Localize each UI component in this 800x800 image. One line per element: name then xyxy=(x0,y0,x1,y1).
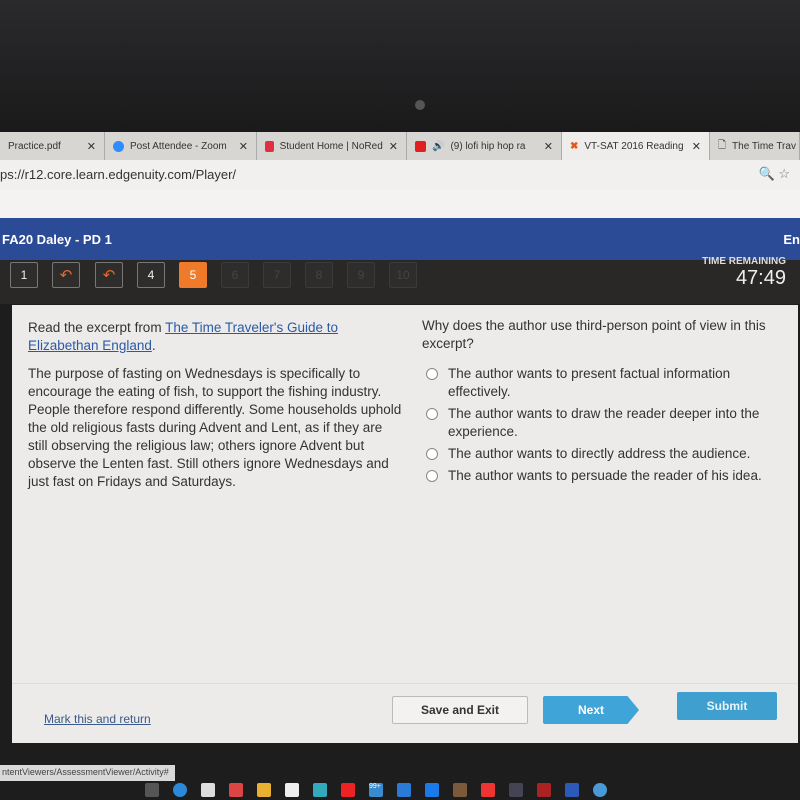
close-icon[interactable]: ✕ xyxy=(389,140,398,153)
radio-button[interactable] xyxy=(426,368,438,380)
question: Why does the author use third-person poi… xyxy=(422,317,792,485)
dropbox-icon[interactable] xyxy=(201,783,215,797)
close-icon[interactable]: ✕ xyxy=(544,140,553,153)
tab-title: The Time Trav xyxy=(732,140,796,152)
ca-app-icon[interactable] xyxy=(509,783,523,797)
time-label: TIME REMAINING xyxy=(702,256,786,267)
question-panel: Read the excerpt from The Time Traveler'… xyxy=(12,305,798,743)
tab-student-home[interactable]: Student Home | NoRed ✕ xyxy=(257,132,407,160)
mark-and-return-link[interactable]: Mark this and return xyxy=(44,712,151,726)
n-app-icon[interactable] xyxy=(537,783,551,797)
youtube-icon[interactable] xyxy=(341,783,355,797)
passage-intro: Read the excerpt from The Time Traveler'… xyxy=(28,319,403,355)
mail-icon[interactable]: 99+ xyxy=(369,783,383,797)
footer: Mark this and return Save and Exit Next … xyxy=(12,683,798,743)
audio-icon[interactable]: 🔊 xyxy=(432,141,444,152)
task-view-icon[interactable] xyxy=(145,783,159,797)
answer-option-4[interactable]: The author wants to persuade the reader … xyxy=(422,467,792,485)
radio-button[interactable] xyxy=(426,470,438,482)
status-bar-url: ntentViewers/AssessmentViewer/Activity# xyxy=(0,765,175,781)
browser-tabs: Practice.pdf ✕ Post Attendee - Zoom ✕ Stud… xyxy=(0,132,800,160)
monitor-bezel xyxy=(0,0,800,132)
course-title: FA20 Daley - PD 1 xyxy=(2,232,112,247)
header-right-text[interactable]: En xyxy=(783,232,800,247)
zoom-icon xyxy=(113,140,124,152)
close-icon[interactable]: ✕ xyxy=(87,140,96,153)
close-icon[interactable]: ✕ xyxy=(692,140,701,153)
tab-title: Practice.pdf xyxy=(8,140,61,152)
tab-practice-pdf[interactable]: Practice.pdf ✕ xyxy=(0,132,105,160)
document-icon: 🗋 xyxy=(718,139,727,151)
question-7-button[interactable]: 7 xyxy=(263,262,291,288)
save-and-exit-button[interactable]: Save and Exit xyxy=(392,696,528,724)
question-nav: 1 ↶ ↶ 4 5 6 7 8 9 10 TIME REMAINING 47:49 xyxy=(0,256,800,304)
gmail-icon[interactable] xyxy=(229,783,243,797)
submit-button[interactable]: Submit xyxy=(677,692,777,720)
app-icon[interactable] xyxy=(313,783,327,797)
word-icon[interactable] xyxy=(565,783,579,797)
edge-icon[interactable] xyxy=(173,783,187,797)
tab-zoom[interactable]: Post Attendee - Zoom ✕ xyxy=(105,132,257,160)
tab-youtube[interactable]: 🔊 (9) lofi hip hop ra ✕ xyxy=(407,132,562,160)
radio-button[interactable] xyxy=(426,408,438,420)
question-3-flag-button[interactable]: ↶ xyxy=(95,262,123,288)
passage: Read the excerpt from The Time Traveler'… xyxy=(28,319,403,501)
youtube-icon xyxy=(415,140,426,152)
question-4-button[interactable]: 4 xyxy=(137,262,165,288)
noredink-icon xyxy=(265,140,274,152)
bookmarks-area xyxy=(0,190,800,218)
radio-button[interactable] xyxy=(426,448,438,460)
option-text: The author wants to persuade the reader … xyxy=(448,468,762,483)
course-header: FA20 Daley - PD 1 En xyxy=(0,218,800,260)
intro-end: . xyxy=(151,338,156,353)
file-explorer-icon[interactable] xyxy=(257,783,271,797)
question-2-flag-button[interactable]: ↶ xyxy=(52,262,80,288)
option-text: The author wants to draw the reader deep… xyxy=(448,406,760,439)
answer-option-3[interactable]: The author wants to directly address the… xyxy=(422,445,792,463)
window-icon[interactable] xyxy=(397,783,411,797)
store-icon[interactable] xyxy=(285,783,299,797)
intro-text: Read the excerpt from xyxy=(28,320,166,335)
option-text: The author wants to directly address the… xyxy=(448,446,751,461)
help-icon[interactable] xyxy=(593,783,607,797)
close-icon[interactable]: ✕ xyxy=(239,140,248,153)
passage-text: The purpose of fasting on Wednesdays is … xyxy=(28,366,402,489)
zoom-icon[interactable]: 🔍 xyxy=(759,166,775,181)
question-10-button[interactable]: 10 xyxy=(389,262,417,288)
tab-title: (9) lofi hip hop ra xyxy=(450,140,526,152)
question-6-button[interactable]: 6 xyxy=(221,262,249,288)
tab-title: Post Attendee - Zoom xyxy=(130,140,227,152)
taskbar: 99+ xyxy=(135,780,800,800)
star-icon[interactable]: ☆ xyxy=(778,166,790,181)
camera xyxy=(415,100,425,110)
m-app-icon[interactable] xyxy=(481,783,495,797)
answer-option-1[interactable]: The author wants to present factual info… xyxy=(422,365,792,401)
tab-time-traveler[interactable]: 🗋 The Time Trav xyxy=(710,132,800,160)
option-text: The author wants to present factual info… xyxy=(448,366,731,399)
edgenuity-icon: ✖ xyxy=(570,140,579,152)
address-bar[interactable]: ps://r12.core.learn.edgenuity.com/Player… xyxy=(0,160,800,190)
tab-title: VT-SAT 2016 Reading xyxy=(584,140,684,152)
question-8-button[interactable]: 8 xyxy=(305,262,333,288)
tab-title: Student Home | NoRed xyxy=(279,140,383,152)
answer-option-2[interactable]: The author wants to draw the reader deep… xyxy=(422,405,792,441)
question-5-button[interactable]: 5 xyxy=(179,262,207,288)
time-value: 47:49 xyxy=(735,267,786,289)
question-9-button[interactable]: 9 xyxy=(347,262,375,288)
tab-vt-sat[interactable]: ✖ VT-SAT 2016 Reading ✕ xyxy=(562,132,710,160)
url-text: ps://r12.core.learn.edgenuity.com/Player… xyxy=(0,167,237,182)
app-icon[interactable] xyxy=(453,783,467,797)
timer: TIME REMAINING 47:49 xyxy=(702,256,786,290)
c-app-icon[interactable] xyxy=(425,783,439,797)
question-1-button[interactable]: 1 xyxy=(10,262,38,288)
next-button[interactable]: Next xyxy=(543,696,639,724)
question-prompt: Why does the author use third-person poi… xyxy=(422,318,766,351)
